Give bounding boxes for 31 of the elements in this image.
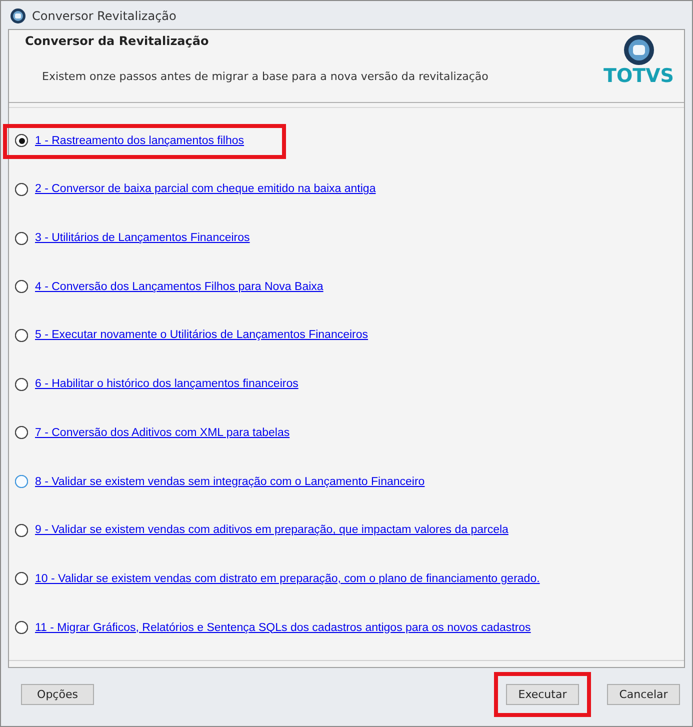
option-link[interactable]: 4 - Conversão dos Lançamentos Filhos para Nova Baixa <box>35 280 324 293</box>
header-subtitle: Existem onze passos antes de migrar a base para a nova versão da revitalização <box>42 70 488 84</box>
dialog-button[interactable]: Cancelar <box>607 684 680 706</box>
dialog-button[interactable]: Executar <box>506 684 579 706</box>
option-link[interactable]: 10 - Validar se existem vendas com distrato em preparação, com o plano de financiamento gerado. <box>35 572 540 585</box>
radio-button[interactable] <box>15 182 28 196</box>
logo-text: TOTVS <box>604 66 674 86</box>
window-title: Conversor Revitalização <box>32 9 176 24</box>
option-link[interactable]: 2 - Conversor de baixa parcial com cheque emitido na baixa antiga <box>35 183 376 196</box>
header-title: Conversor da Revitalização <box>25 34 210 48</box>
option-link[interactable]: 11 - Migrar Gráficos, Relatórios e Sentença SQLs dos cadastros antigos para os novos cadastros <box>35 622 531 634</box>
option-link[interactable]: 6 - Habilitar o histórico dos lançamentos financeiros <box>35 378 298 390</box>
radio-button[interactable] <box>15 621 28 634</box>
radio-button[interactable] <box>15 524 28 537</box>
option-link[interactable]: 3 - Utilitários de Lançamentos Financeiros <box>35 232 250 244</box>
radio-button[interactable] <box>15 328 28 342</box>
radio-button[interactable] <box>15 280 28 294</box>
radio-button[interactable] <box>15 232 28 245</box>
option-link[interactable]: 9 - Validar se existem vendas com aditivos em preparação, que impactam valores da parcela <box>35 524 508 536</box>
radio-button[interactable] <box>15 572 28 586</box>
radio-button[interactable] <box>15 378 28 391</box>
option-link[interactable]: 1 - Rastreamento dos lançamentos filhos <box>35 134 244 147</box>
options-button[interactable]: Opções <box>21 684 94 706</box>
radio-button[interactable] <box>15 134 28 148</box>
app-icon <box>10 8 26 24</box>
radio-button[interactable] <box>15 475 28 488</box>
option-link[interactable]: 5 - Executar novamente o Utilitários de Lançamentos Financeiros <box>35 329 368 342</box>
option-link[interactable]: 8 - Validar se existem vendas sem integração com o Lançamento Financeiro <box>35 476 425 488</box>
logo-icon <box>622 34 655 66</box>
radio-button[interactable] <box>15 426 28 440</box>
option-link[interactable]: 7 - Conversão dos Aditivos com XML para tabelas <box>35 426 290 439</box>
